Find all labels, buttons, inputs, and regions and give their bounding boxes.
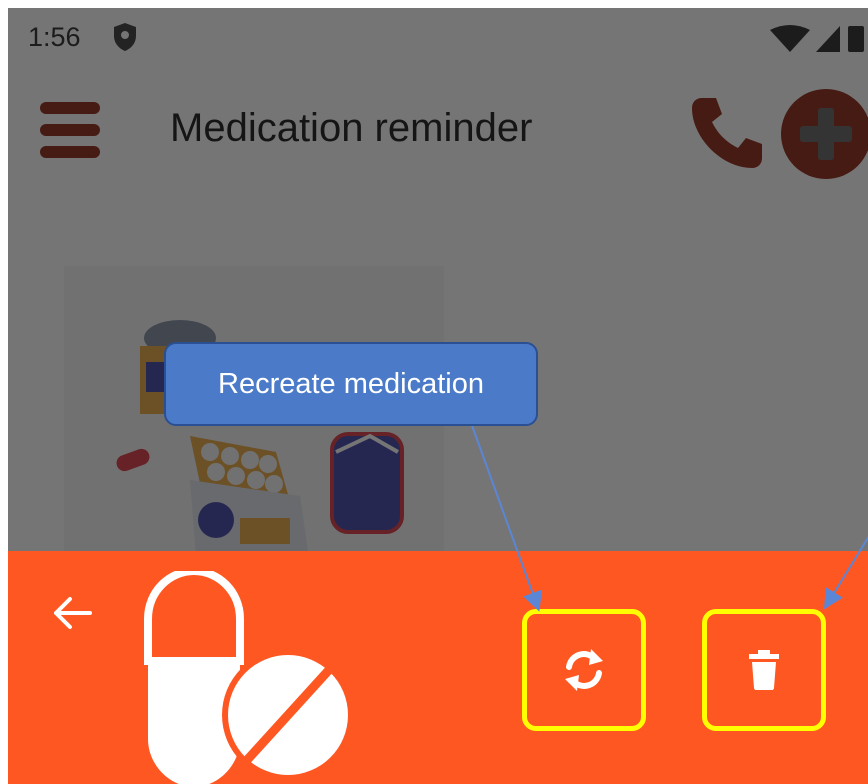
page-title: Medication reminder	[170, 106, 533, 150]
recreate-button[interactable]	[522, 609, 646, 731]
callout-text: Recreate medication	[218, 367, 484, 400]
delete-button[interactable]	[702, 609, 826, 731]
status-time: 1:56	[28, 22, 81, 52]
refresh-icon	[565, 649, 603, 691]
app-bar: Medication reminder	[8, 72, 868, 192]
hamburger-menu-icon[interactable]	[40, 102, 100, 158]
bottom-sheet	[8, 551, 868, 784]
add-circle-icon[interactable]	[780, 88, 868, 180]
battery-icon	[848, 26, 864, 52]
status-bar: 1:56	[8, 8, 868, 72]
phone-screen: 1:56 Medication reminder Recreate medica…	[8, 8, 868, 784]
wifi-icon	[770, 25, 810, 52]
arrow-left-icon[interactable]	[50, 591, 94, 635]
medicine-illustration	[64, 266, 444, 586]
shield-icon	[114, 23, 136, 51]
signal-icon	[816, 26, 840, 52]
phone-icon[interactable]	[688, 94, 764, 170]
trash-icon	[749, 650, 779, 690]
tutorial-callout: Recreate medication	[164, 342, 538, 426]
status-indicators	[770, 25, 864, 52]
pills-icon	[144, 571, 354, 784]
